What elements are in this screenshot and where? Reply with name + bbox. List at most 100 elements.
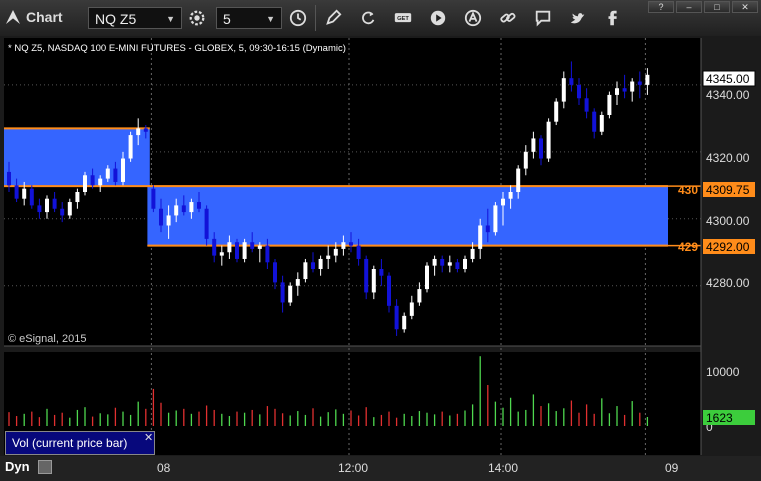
candle-body — [630, 81, 635, 92]
minimize-button[interactable]: – — [676, 1, 702, 13]
candle-body — [166, 215, 171, 226]
candle-body — [599, 115, 604, 132]
candle-body — [311, 262, 315, 269]
candle-body — [493, 205, 498, 233]
candle-body — [136, 128, 141, 136]
candle-body — [607, 94, 612, 115]
candle-body — [394, 305, 399, 330]
candle-body — [409, 302, 414, 316]
candle-body — [364, 258, 369, 293]
time-tick-label: 14:00 — [488, 461, 519, 475]
help-button[interactable]: ? — [648, 1, 674, 13]
candle-body — [75, 192, 80, 203]
candle-body — [349, 242, 353, 246]
twitter-icon[interactable] — [565, 6, 591, 30]
candle-body — [37, 205, 42, 213]
time-axis-bar: Dyn 08 12:00 14:00 09 — [0, 456, 761, 481]
link-icon[interactable] — [495, 6, 521, 30]
toolbar-divider — [315, 5, 316, 31]
volume-legend[interactable]: Vol (current price bar) — [5, 431, 155, 455]
candle-body — [280, 282, 285, 303]
chat-icon[interactable] — [530, 6, 556, 30]
candle-body — [584, 98, 589, 112]
candle-body — [637, 81, 642, 85]
maximize-button[interactable]: □ — [704, 1, 730, 13]
candle-body — [227, 242, 232, 253]
chart-canvas[interactable]: * NQ Z5, NASDAQ 100 E-MINI FUTURES - GLO… — [0, 36, 761, 456]
refresh-icon[interactable] — [355, 6, 381, 30]
candle-body — [615, 88, 619, 95]
chevron-down-icon[interactable]: ▼ — [266, 8, 275, 30]
candle-body — [463, 258, 467, 269]
alert-icon[interactable] — [460, 6, 486, 30]
candle-body — [379, 269, 384, 276]
close-button[interactable]: ✕ — [732, 1, 758, 13]
play-icon[interactable] — [425, 6, 451, 30]
symbol-input[interactable]: NQ Z5 ▼ — [88, 7, 182, 29]
candle-body — [83, 175, 87, 192]
candle-body — [181, 205, 186, 213]
clock-icon[interactable] — [285, 6, 311, 30]
candle-body — [592, 111, 597, 132]
candle-body — [318, 258, 323, 269]
candle-body — [417, 289, 422, 303]
app-title: Chart — [26, 9, 63, 25]
candle-body — [288, 285, 293, 303]
candle-body — [14, 185, 19, 199]
settings-gear-icon[interactable] — [184, 6, 210, 30]
price-tick-label: 4280.00 — [706, 276, 750, 290]
candle-body — [98, 178, 103, 186]
candle-body — [22, 188, 27, 199]
candle-body — [501, 198, 505, 206]
candle-body — [105, 168, 110, 179]
candle-body — [45, 198, 49, 213]
candle-body — [402, 315, 407, 330]
candle-body — [257, 245, 262, 249]
facebook-icon[interactable] — [600, 6, 626, 30]
candle-body — [67, 202, 72, 216]
candle-body — [485, 225, 490, 233]
candle-body — [29, 188, 34, 206]
candle-body — [143, 128, 148, 132]
time-tick-label: 09 — [665, 461, 679, 475]
time-tick-label: 08 — [157, 461, 171, 475]
candle-body — [326, 255, 331, 259]
title-bar: Chart NQ Z5 ▼ 5 ▼ GET ? – □ ✕ — [0, 0, 761, 37]
candle-body — [523, 151, 528, 169]
candle-body — [295, 279, 300, 286]
price-tick-label: 4340.00 — [706, 88, 750, 102]
candle-body — [265, 245, 270, 263]
band-top-edge-label: 430 — [678, 183, 698, 197]
candle-body — [159, 208, 163, 226]
pencil-icon[interactable] — [320, 6, 346, 30]
candle-body — [371, 269, 376, 293]
lock-icon[interactable] — [38, 460, 52, 474]
candle-body — [197, 202, 201, 209]
candle-body — [531, 138, 536, 152]
candle-body — [250, 242, 255, 249]
time-tick-label: 12:00 — [338, 461, 369, 475]
candle-body — [273, 262, 277, 283]
range-band — [147, 186, 668, 246]
close-icon[interactable]: ✕ — [144, 431, 153, 444]
candle-body — [577, 84, 581, 99]
candle-body — [204, 208, 209, 239]
candle-body — [60, 208, 65, 216]
copyright-label: © eSignal, 2015 — [8, 333, 86, 345]
candle-body — [447, 262, 452, 266]
dynamic-mode-label[interactable]: Dyn — [5, 459, 30, 474]
candle-body — [333, 248, 338, 256]
interval-input[interactable]: 5 ▼ — [216, 7, 282, 29]
candle-body — [242, 242, 247, 259]
candle-body — [341, 242, 346, 249]
band-bottom-label: 4292.00 — [706, 240, 750, 254]
candle-body — [128, 135, 133, 159]
candle-body — [303, 262, 308, 280]
candle-body — [425, 265, 429, 290]
app-logo-icon — [6, 10, 20, 24]
candle-body — [235, 242, 239, 259]
get-icon[interactable]: GET — [390, 6, 416, 30]
chevron-down-icon[interactable]: ▼ — [166, 8, 175, 30]
interval-value: 5 — [223, 11, 231, 27]
symbol-value: NQ Z5 — [95, 11, 137, 27]
